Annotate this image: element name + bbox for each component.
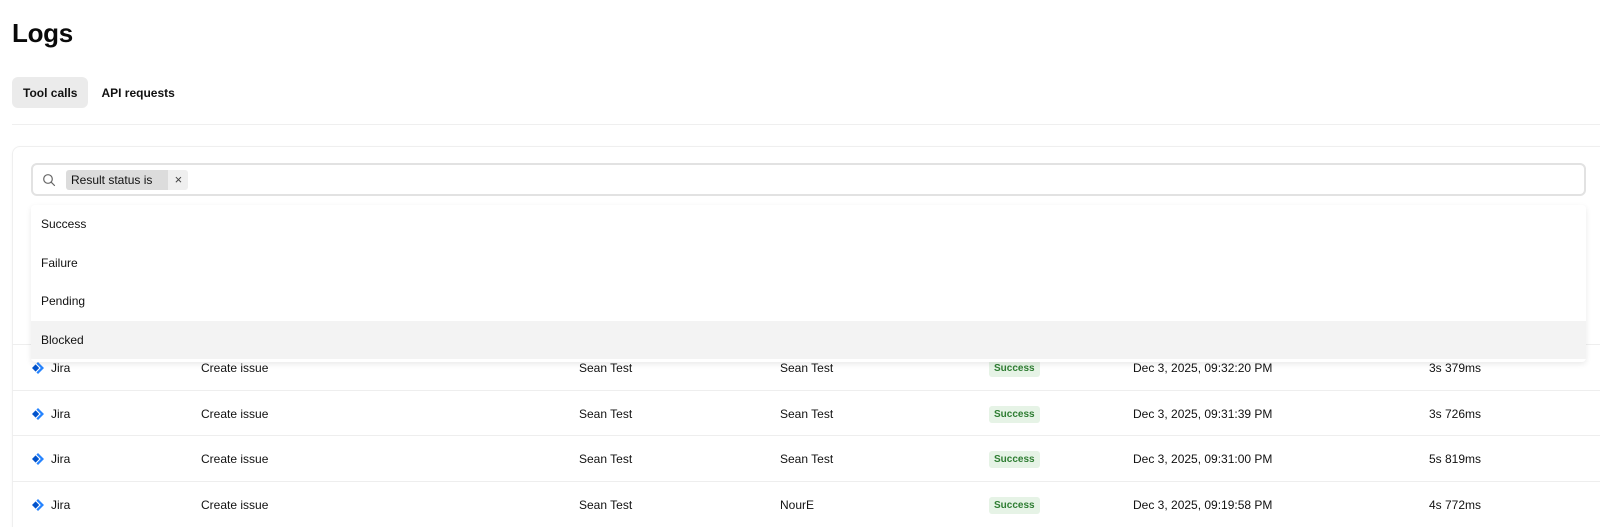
status-dropdown: Success Failure Pending Blocked — [31, 205, 1586, 362]
timestamp-cell: Dec 3, 2025, 09:31:39 PM — [1133, 407, 1273, 421]
status-badge: Success — [989, 450, 1040, 468]
action-cell: Create issue — [201, 498, 269, 512]
filter-chip: Result status is × — [66, 169, 189, 190]
user-cell: Sean Test — [579, 498, 633, 512]
duration-cell: 5s 819ms — [1429, 452, 1482, 466]
user-cell: Sean Test — [579, 407, 633, 421]
source-label: Jira — [51, 498, 71, 512]
jira-icon — [32, 499, 44, 511]
table-row[interactable]: Jira Create issue Sean Test NourE Succes… — [12, 481, 1600, 527]
status-cell: Success — [989, 482, 1040, 527]
jira-icon — [32, 362, 44, 374]
filter-chip-label: Result status is — [66, 169, 169, 190]
jira-icon — [32, 408, 44, 420]
dropdown-option-blocked[interactable]: Blocked — [31, 320, 1586, 359]
dropdown-option-pending[interactable]: Pending — [31, 282, 1586, 321]
tab-tool-calls[interactable]: Tool calls — [12, 77, 89, 108]
source-cell: Jira — [32, 482, 70, 527]
source-label: Jira — [51, 452, 71, 466]
table-row[interactable]: Jira Create issue Sean Test Sean Test Su… — [12, 435, 1600, 481]
status-cell: Success — [989, 436, 1040, 482]
action-cell: Create issue — [201, 452, 269, 466]
actor-cell: NourE — [780, 498, 815, 512]
source-cell: Jira — [32, 391, 70, 437]
user-cell: Sean Test — [579, 452, 633, 466]
source-label: Jira — [51, 361, 71, 375]
dropdown-option-failure[interactable]: Failure — [31, 244, 1586, 283]
search-input[interactable] — [188, 165, 1584, 194]
tab-api-requests[interactable]: API requests — [90, 77, 185, 108]
table-row[interactable]: Jira Create issue Sean Test Sean Test Su… — [12, 390, 1600, 436]
close-icon[interactable]: × — [168, 169, 189, 190]
source-label: Jira — [51, 407, 71, 421]
search-icon — [43, 173, 56, 186]
action-cell: Create issue — [201, 407, 269, 421]
page-title: Logs — [12, 18, 73, 48]
status-badge: Success — [989, 496, 1040, 514]
actor-cell: Sean Test — [780, 407, 834, 421]
dropdown-option-success[interactable]: Success — [31, 205, 1586, 244]
actor-cell: Sean Test — [780, 452, 834, 466]
timestamp-cell: Dec 3, 2025, 09:19:58 PM — [1133, 498, 1273, 512]
status-badge: Success — [989, 405, 1040, 423]
status-cell: Success — [989, 391, 1040, 437]
source-cell: Jira — [32, 436, 70, 482]
duration-cell: 4s 772ms — [1429, 498, 1482, 512]
timestamp-cell: Dec 3, 2025, 09:31:00 PM — [1133, 452, 1273, 466]
filter-search-box[interactable]: Result status is × — [31, 163, 1586, 196]
duration-cell: 3s 726ms — [1429, 407, 1482, 421]
tab-bar: Tool calls API requests — [12, 77, 186, 108]
jira-icon — [32, 453, 44, 465]
status-badge: Success — [989, 359, 1040, 377]
divider — [12, 124, 1600, 125]
